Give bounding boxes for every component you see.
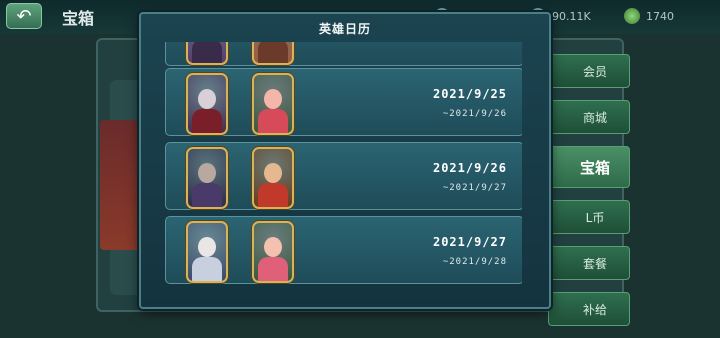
hero-portrait-icon[interactable] (252, 147, 294, 209)
hero-portrait-icon[interactable] (186, 73, 228, 135)
hero-portrait-icon[interactable] (186, 42, 228, 65)
date-end: ~2021/9/28 (442, 257, 507, 267)
currency-green-value: 1740 (646, 9, 674, 23)
back-button[interactable]: ↶ (6, 3, 42, 29)
tab-supply[interactable]: 补给 (548, 292, 630, 326)
calendar-row: 2021/9/26 ~2021/9/27 (165, 142, 522, 210)
calendar-row (165, 42, 522, 66)
calendar-row: 2021/9/27 ~2021/9/28 (165, 216, 522, 284)
side-tab-list: 会员 商城 宝箱 L币 套餐 补给 (548, 54, 630, 338)
modal-title: 英雄日历 (318, 22, 371, 36)
back-arrow-icon: ↶ (16, 5, 32, 27)
hero-portrait-icon[interactable] (252, 221, 294, 283)
currency-green: 1740 (624, 8, 674, 24)
hero-portrait-icon[interactable] (186, 147, 228, 209)
date-end: ~2021/9/26 (442, 109, 507, 119)
shop-banner (100, 120, 140, 250)
hero-portrait-icon[interactable] (252, 73, 294, 135)
tab-store[interactable]: 商城 (548, 100, 630, 134)
currency-silver-value: 90.11K (552, 9, 591, 23)
hero-portrait-icon[interactable] (186, 221, 228, 283)
hero-calendar-modal: 英雄日历 2021/9/25 ~2021/9/26 2021/9/26 ~202… (139, 12, 551, 309)
tab-chest[interactable]: 宝箱 (548, 146, 630, 188)
green-coin-icon (624, 8, 640, 24)
date-start: 2021/9/26 (432, 161, 507, 175)
date-start: 2021/9/25 (432, 87, 507, 101)
hero-calendar-list[interactable]: 2021/9/25 ~2021/9/26 2021/9/26 ~2021/9/2… (165, 42, 522, 304)
calendar-row: 2021/9/25 ~2021/9/26 (165, 68, 522, 136)
hero-portrait-icon[interactable] (252, 42, 294, 65)
date-start: 2021/9/27 (432, 235, 507, 249)
tab-bundle[interactable]: 套餐 (548, 246, 630, 280)
date-end: ~2021/9/27 (442, 183, 507, 193)
tab-vip[interactable]: 会员 (548, 54, 630, 88)
page-title: 宝箱 (62, 9, 95, 28)
tab-l-coin[interactable]: L币 (548, 200, 630, 234)
